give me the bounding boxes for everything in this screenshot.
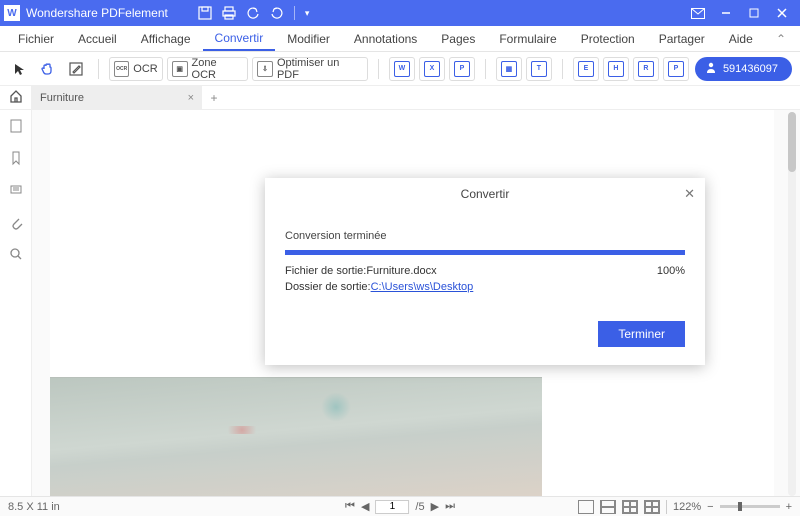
output-file-label: Fichier de sortie: — [285, 265, 366, 277]
menubar: Fichier Accueil Affichage Convertir Modi… — [0, 26, 800, 52]
last-page-icon[interactable]: ⏭ — [445, 500, 455, 513]
page-navigator: ⏮ ◀ /5 ▶ ⏭ — [345, 500, 455, 514]
view-single-icon[interactable] — [578, 500, 594, 514]
menu-partager[interactable]: Partager — [647, 28, 717, 50]
menu-accueil[interactable]: Accueil — [66, 28, 129, 50]
collapse-ribbon-icon[interactable]: ⌃ — [768, 28, 794, 50]
page-canvas[interactable]: Convertir ✕ Conversion terminée Fichier … — [50, 110, 774, 496]
mail-icon[interactable] — [684, 3, 712, 23]
main-area: Furniture × + Convertir ✕ Conversion ter… — [32, 86, 800, 496]
print-icon[interactable] — [222, 6, 236, 20]
undo-icon[interactable] — [246, 6, 260, 20]
bookmarks-icon[interactable] — [0, 142, 31, 174]
menu-formulaire[interactable]: Formulaire — [487, 28, 568, 50]
user-account-button[interactable]: 591436097 — [695, 57, 792, 81]
prev-page-icon[interactable]: ◀ — [361, 500, 369, 513]
next-page-icon[interactable]: ▶ — [431, 500, 439, 513]
convert-html-button[interactable]: H — [603, 57, 629, 81]
dialog-close-button[interactable]: ✕ — [684, 186, 695, 202]
app-logo: W — [4, 5, 20, 21]
edit-tool[interactable] — [64, 57, 88, 81]
dialog-title: Convertir — [461, 187, 510, 201]
menu-modifier[interactable]: Modifier — [275, 28, 342, 50]
view-two-page-icon[interactable] — [622, 500, 638, 514]
optimize-label: Optimiser un PDF — [277, 57, 363, 81]
first-page-icon[interactable]: ⏮ — [345, 500, 355, 513]
home-icon[interactable] — [9, 89, 23, 106]
menu-fichier[interactable]: Fichier — [6, 28, 66, 50]
redo-icon[interactable] — [270, 6, 284, 20]
minimize-button[interactable] — [712, 3, 740, 23]
convert-word-button[interactable]: W — [389, 57, 415, 81]
conversion-status: Conversion terminée — [285, 230, 685, 242]
convert-other-button[interactable]: P — [663, 57, 689, 81]
document-image — [50, 377, 542, 496]
new-tab-button[interactable]: + — [202, 86, 226, 109]
left-rail — [0, 86, 32, 496]
menu-annotations[interactable]: Annotations — [342, 28, 429, 50]
convert-rtf-button[interactable]: R — [633, 57, 659, 81]
menu-aide[interactable]: Aide — [717, 28, 765, 50]
workspace: Furniture × + Convertir ✕ Conversion ter… — [0, 86, 800, 496]
search-rail-icon[interactable] — [0, 238, 31, 270]
page-number-input[interactable] — [375, 500, 409, 514]
progress-percent: 100% — [657, 265, 685, 277]
menu-protection[interactable]: Protection — [569, 28, 647, 50]
comments-icon[interactable] — [0, 174, 31, 206]
zoom-in-icon[interactable]: + — [786, 501, 792, 513]
user-icon — [705, 61, 717, 76]
convert-excel-button[interactable]: X — [419, 57, 445, 81]
maximize-button[interactable] — [740, 3, 768, 23]
close-button[interactable] — [768, 3, 796, 23]
optimize-pdf-button[interactable]: ⇩Optimiser un PDF — [252, 57, 368, 81]
convert-dialog: Convertir ✕ Conversion terminée Fichier … — [265, 178, 705, 365]
output-file-value: Furniture.docx — [366, 265, 436, 277]
menu-pages[interactable]: Pages — [429, 28, 487, 50]
zoom-value: 122% — [673, 501, 701, 513]
page-dimensions: 8.5 X 11 in — [8, 501, 60, 513]
convert-text-button[interactable]: T — [526, 57, 552, 81]
app-title: Wondershare PDFelement — [26, 6, 168, 20]
attachments-icon[interactable] — [0, 206, 31, 238]
menu-affichage[interactable]: Affichage — [129, 28, 203, 50]
select-tool[interactable] — [8, 57, 32, 81]
menu-convertir[interactable]: Convertir — [203, 27, 276, 51]
ocr-label: OCR — [133, 63, 157, 75]
progress-bar — [285, 250, 685, 255]
convert-image-button[interactable]: ▦ — [496, 57, 522, 81]
ribbon-toolbar: OCROCR ▣Zone OCR ⇩Optimiser un PDF W X P… — [0, 52, 800, 86]
close-tab-icon[interactable]: × — [188, 92, 194, 104]
view-grid-icon[interactable] — [644, 500, 660, 514]
vertical-scrollbar[interactable] — [788, 112, 798, 496]
quick-access-toolbar: ▾ — [198, 6, 310, 20]
document-tab[interactable]: Furniture × — [32, 86, 202, 109]
ocr-button[interactable]: OCROCR — [109, 57, 163, 81]
document-tabbar: Furniture × + — [32, 86, 800, 110]
convert-ppt-button[interactable]: P — [449, 57, 475, 81]
document-tab-label: Furniture — [40, 92, 84, 104]
zone-ocr-label: Zone OCR — [192, 57, 244, 81]
zoom-out-icon[interactable]: − — [707, 501, 713, 513]
statusbar: 8.5 X 11 in ⏮ ◀ /5 ▶ ⏭ 122% − + — [0, 496, 800, 516]
canvas-area: Convertir ✕ Conversion terminée Fichier … — [32, 110, 800, 496]
page-total: 5 — [418, 501, 424, 513]
qat-dropdown-icon[interactable]: ▾ — [305, 8, 310, 19]
view-continuous-icon[interactable] — [600, 500, 616, 514]
save-icon[interactable] — [198, 6, 212, 20]
user-id-label: 591436097 — [723, 63, 778, 75]
convert-epub-button[interactable]: E — [573, 57, 599, 81]
zoom-slider[interactable] — [720, 505, 780, 508]
finish-button[interactable]: Terminer — [598, 321, 685, 347]
titlebar: W Wondershare PDFelement ▾ — [0, 0, 800, 26]
zone-ocr-button[interactable]: ▣Zone OCR — [167, 57, 248, 81]
pan-tool[interactable] — [36, 57, 60, 81]
output-folder-link[interactable]: C:\Users\ws\Desktop — [371, 281, 474, 293]
output-folder-label: Dossier de sortie: — [285, 281, 371, 293]
thumbnails-icon[interactable] — [0, 110, 31, 142]
